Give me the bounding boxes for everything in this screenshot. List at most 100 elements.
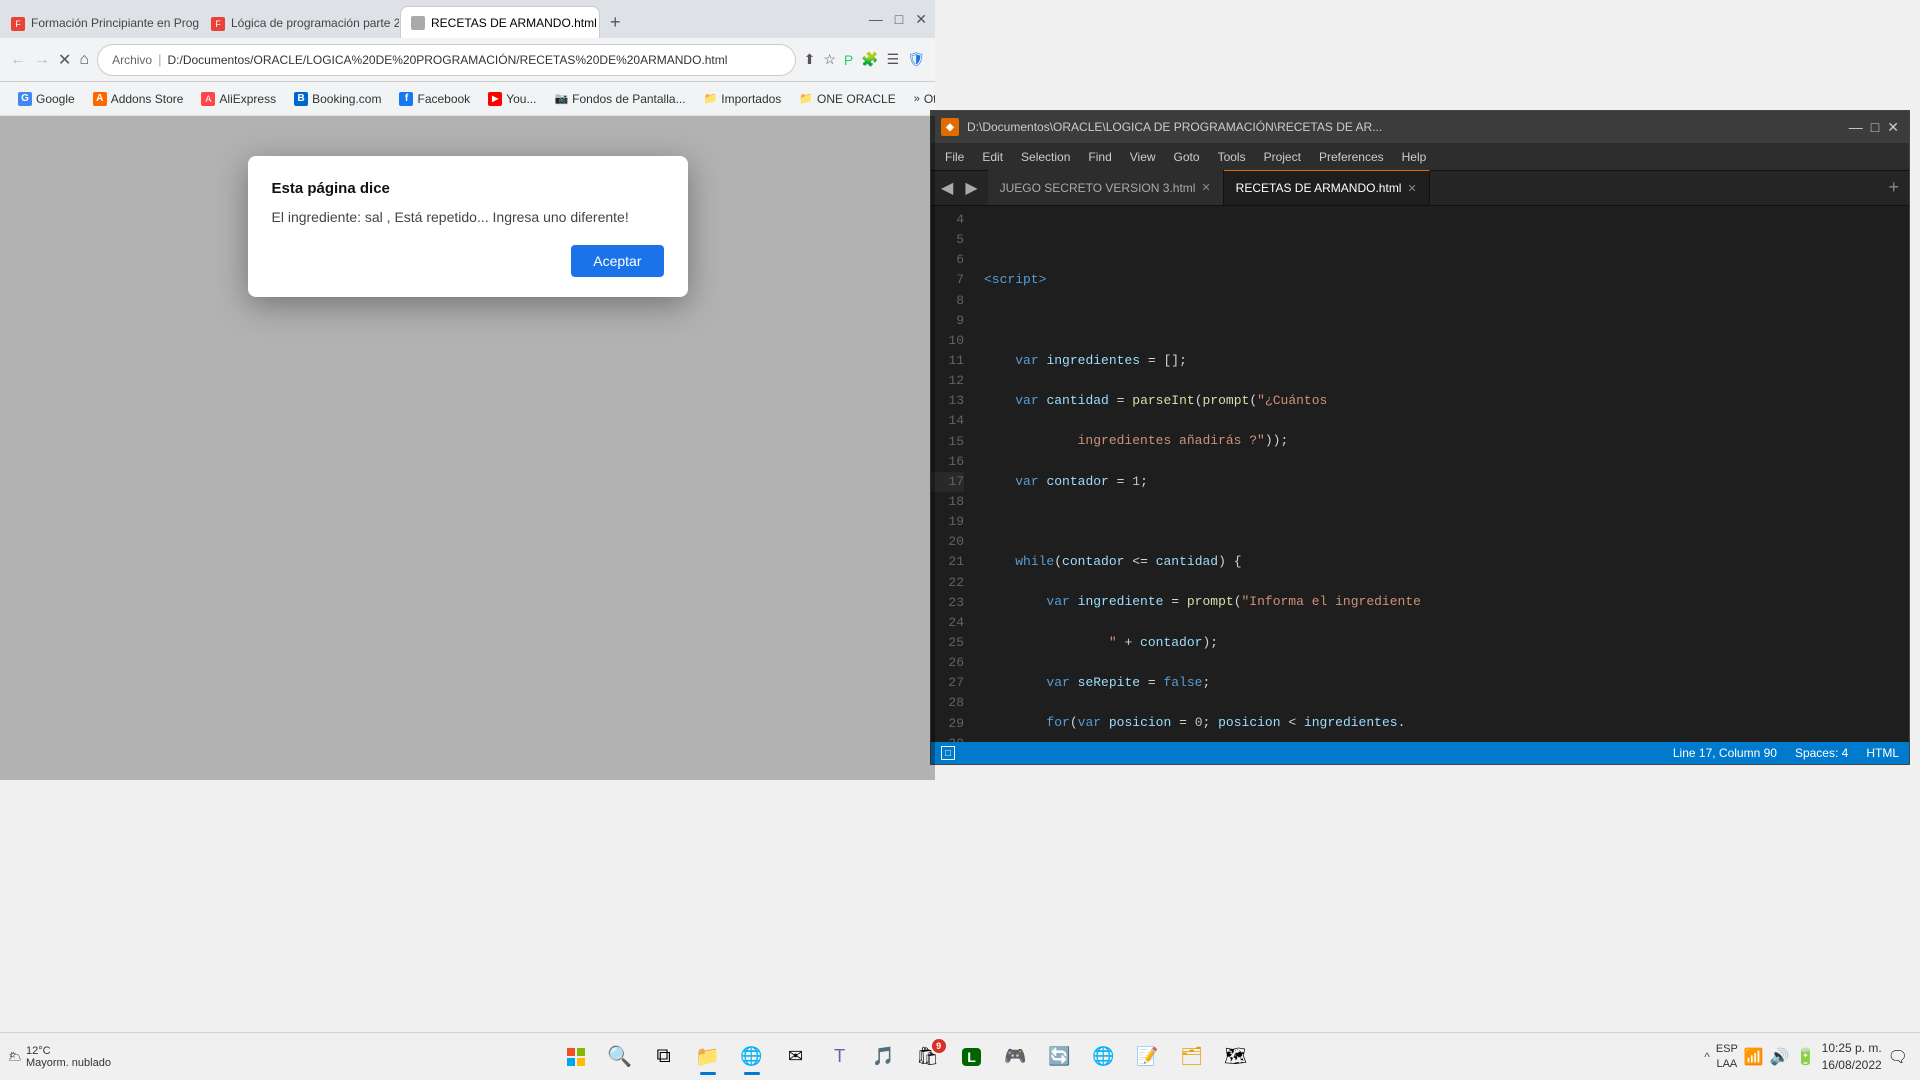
mail-button[interactable]: ✉ [776, 1037, 816, 1077]
bookmarks-bar: G Google A Addons Store A AliExpress B B… [0, 82, 935, 116]
menu-preferences[interactable]: Preferences [1311, 147, 1392, 167]
bookmark-youtube[interactable]: ▶ You... [480, 89, 544, 109]
editor-restore-btn[interactable]: □ [1871, 119, 1879, 135]
clock-time: 10:25 p. m. [1822, 1040, 1882, 1057]
menu-selection[interactable]: Selection [1013, 147, 1078, 167]
puzzle-icon[interactable]: 🧩 [861, 51, 878, 68]
clock-display[interactable]: 10:25 p. m. 16/08/2022 [1822, 1040, 1882, 1074]
menu-project[interactable]: Project [1256, 147, 1309, 167]
status-indicator[interactable]: □ [941, 746, 955, 760]
bookmark-aliexpress[interactable]: A AliExpress [193, 89, 284, 109]
search-button[interactable]: 🔍 [600, 1037, 640, 1077]
weather-icon: 🌥 [8, 1050, 22, 1063]
editor-tab-1[interactable]: JUEGO SECRETO VERSION 3.html ✕ [988, 170, 1224, 205]
editor-tab-add[interactable]: + [1878, 170, 1909, 205]
battery-icon[interactable]: 🔋 [1796, 1047, 1816, 1067]
volume-icon[interactable]: 🔊 [1770, 1047, 1790, 1067]
browser-maximize-btn[interactable]: □ [895, 11, 903, 27]
media-button[interactable]: 🎵 [864, 1037, 904, 1077]
alert-accept-button[interactable]: Aceptar [571, 245, 663, 277]
editor-file-tabs: ◀ ▶ JUEGO SECRETO VERSION 3.html ✕ RECET… [931, 171, 1909, 206]
weather-widget[interactable]: 🌥 12°C Mayorm. nublado [0, 1045, 119, 1069]
aliexpress-favicon: A [201, 92, 215, 106]
bookmark-fondos[interactable]: 📷 Fondos de Pantalla... [546, 89, 693, 109]
shield-icon[interactable]: 🛡 [907, 51, 925, 68]
alert-actions: Aceptar [272, 245, 664, 277]
sync-button[interactable]: 🔄 [1040, 1037, 1080, 1077]
menu-find[interactable]: Find [1080, 147, 1119, 167]
editor-minimize-btn[interactable]: — [1849, 119, 1863, 135]
alert-dialog: Esta página dice El ingrediente: sal , E… [248, 156, 688, 297]
panel-arrow-left[interactable]: ◀ [935, 178, 959, 198]
browser-tab-3[interactable]: RECETAS DE ARMANDO.html ✕ [400, 6, 600, 38]
launcher-button[interactable]: L [952, 1037, 992, 1077]
new-tab-button[interactable]: + [600, 6, 631, 38]
menu-view[interactable]: View [1122, 147, 1164, 167]
show-hidden-icons[interactable]: ^ [1704, 1050, 1710, 1064]
bookmark-fondos-label: Fondos de Pantalla... [572, 92, 685, 106]
share-icon[interactable]: ⬆ [804, 51, 816, 68]
system-tray: ^ ESP LAA 📶 🔊 🔋 10:25 p. m. 16/08/2022 🗨 [1692, 1040, 1920, 1074]
address-bar-icons: ⬆ ☆ P 🧩 ☰ 🛡 [804, 51, 925, 68]
extensions-icon[interactable]: P [844, 52, 853, 68]
browser-taskbar-button[interactable]: 🌐 [732, 1037, 772, 1077]
url-input[interactable]: Archivo | D:/Documentos/ORACLE/LOGICA%20… [97, 44, 796, 76]
reload-button[interactable]: ✕ [58, 50, 71, 70]
task-view-button[interactable]: ⧉ [644, 1037, 684, 1077]
language-indicator[interactable]: ESP LAA [1716, 1042, 1738, 1071]
tab1-favicon: F [11, 16, 25, 30]
browser-tab-2[interactable]: F Lógica de programación parte 2... ✕ [200, 6, 400, 38]
teams-button[interactable]: T [820, 1037, 860, 1077]
code-line-9: var contador = 1; [984, 472, 1901, 492]
stack-icon: 🗂 [1180, 1046, 1203, 1067]
code-line-12: var ingrediente = prompt("Informa el ing… [984, 592, 1901, 612]
editor-tab1-close[interactable]: ✕ [1201, 181, 1210, 194]
menu-tools[interactable]: Tools [1210, 147, 1254, 167]
forward-button[interactable]: → [34, 51, 50, 69]
bookmark-facebook[interactable]: f Facebook [391, 89, 478, 109]
panel-arrow-right[interactable]: ▶ [959, 178, 983, 198]
code-line-5: <script> [984, 270, 1901, 290]
editor-tab2-close[interactable]: ✕ [1407, 182, 1416, 195]
code-line-8b: ingredientes añadirás ?")); [984, 431, 1901, 451]
browser-close-btn[interactable]: ✕ [915, 11, 927, 28]
browser-minimize-btn[interactable]: — [869, 11, 883, 27]
notification-icon[interactable]: 🗨 [1888, 1047, 1908, 1067]
xbox-button[interactable]: 🎮 [996, 1037, 1036, 1077]
bookmark-addons[interactable]: A Addons Store [85, 89, 192, 109]
editor-panel-arrows: ◀ ▶ [931, 170, 988, 205]
menu-goto[interactable]: Goto [1166, 147, 1208, 167]
code-line-4 [984, 230, 1901, 250]
maps-icon: 🗺 [1224, 1046, 1247, 1067]
menu-file[interactable]: File [937, 147, 972, 167]
editor-close-btn[interactable]: ✕ [1887, 119, 1899, 136]
stack-button[interactable]: 🗂 [1172, 1037, 1212, 1077]
back-button[interactable]: ← [10, 51, 26, 69]
bookmark-google[interactable]: G Google [10, 89, 83, 109]
status-language: HTML [1866, 746, 1899, 760]
notes-icon: 📝 [1136, 1046, 1158, 1067]
bookmark-otros[interactable]: » Otros marcadores [906, 89, 935, 109]
bookmark-importados[interactable]: 📁 Importados [696, 89, 790, 109]
start-button[interactable] [556, 1037, 596, 1077]
bookmark-aliexpress-label: AliExpress [219, 92, 276, 106]
file-explorer-button[interactable]: 📁 [688, 1037, 728, 1077]
profile-icon[interactable]: ☰ [887, 51, 900, 68]
notes-button[interactable]: 📝 [1128, 1037, 1168, 1077]
editor-tab-2[interactable]: RECETAS DE ARMANDO.html ✕ [1224, 170, 1430, 205]
store-button[interactable]: 🛍 9 [908, 1037, 948, 1077]
home-button[interactable]: ⌂ [79, 51, 89, 69]
menu-edit[interactable]: Edit [974, 147, 1011, 167]
bookmark-oracle[interactable]: 📁 ONE ORACLE [791, 89, 903, 109]
code-editor-area[interactable]: <script> var ingredientes = []; var cant… [976, 206, 1909, 742]
editor-tab1-label: JUEGO SECRETO VERSION 3.html [1000, 181, 1196, 195]
bookmark-booking[interactable]: B Booking.com [286, 89, 389, 109]
facebook-favicon: f [399, 92, 413, 106]
wifi-icon[interactable]: 📶 [1744, 1047, 1764, 1067]
maps-button[interactable]: 🗺 [1216, 1037, 1256, 1077]
browser-tab-1[interactable]: F Formación Principiante en Progr... ✕ [0, 6, 200, 38]
chrome-button[interactable]: 🌐 [1084, 1037, 1124, 1077]
menu-help[interactable]: Help [1394, 147, 1435, 167]
code-line-13: var seRepite = false; [984, 673, 1901, 693]
bookmark-star-icon[interactable]: ☆ [823, 51, 836, 68]
